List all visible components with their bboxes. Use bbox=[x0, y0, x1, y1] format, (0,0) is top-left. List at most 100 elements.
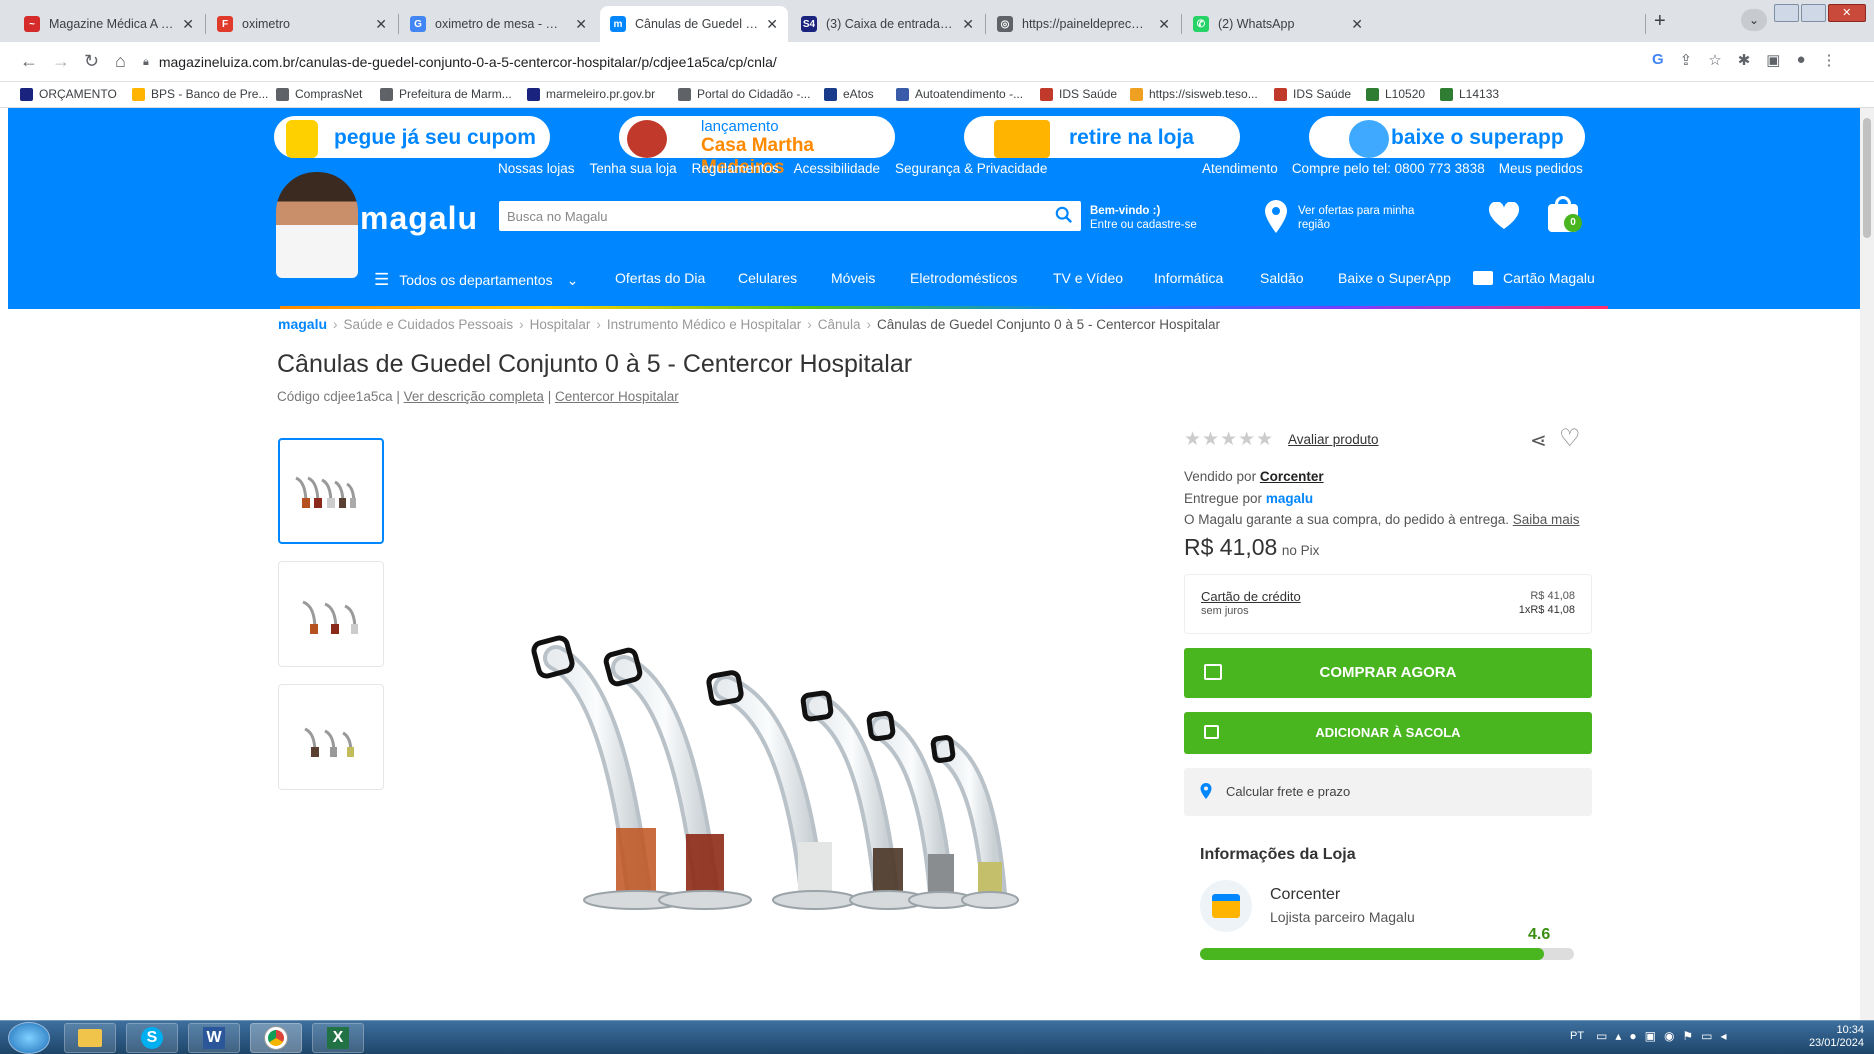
bookmark-item[interactable]: Prefeitura de Marm... bbox=[380, 87, 512, 101]
bookmark-item[interactable]: eAtos bbox=[824, 87, 874, 101]
top-link[interactable]: Segurança & Privacidade bbox=[895, 161, 1047, 176]
nav-item[interactable]: TV e Vídeo bbox=[1053, 270, 1123, 286]
nav-item[interactable]: Ofertas do Dia bbox=[615, 270, 705, 286]
tab-close-icon[interactable]: ✕ bbox=[182, 16, 194, 33]
address-bar[interactable]: 🔒︎ magazineluiza.com.br/canulas-de-guede… bbox=[143, 47, 1643, 77]
thumbnail-3[interactable] bbox=[278, 684, 384, 790]
skype-icon[interactable]: S bbox=[126, 1023, 178, 1053]
promo-coupon-banner[interactable]: pegue já seu cupom bbox=[272, 114, 552, 160]
nav-item[interactable]: Celulares bbox=[738, 270, 797, 286]
offers-region-link[interactable]: Ver ofertas para minha região bbox=[1298, 204, 1428, 232]
share-icon[interactable]: ⇪ bbox=[1680, 51, 1693, 69]
full-description-link[interactable]: Ver descrição completa bbox=[404, 389, 544, 404]
cart-icon[interactable]: 0 bbox=[1546, 196, 1582, 234]
language-indicator[interactable]: PT bbox=[1570, 1030, 1584, 1042]
thumbnail-2[interactable] bbox=[278, 561, 384, 667]
top-link[interactable]: Regulamentos bbox=[692, 161, 779, 176]
breadcrumb-item[interactable]: Hospitalar bbox=[530, 317, 591, 332]
home-icon[interactable]: ⌂ bbox=[115, 51, 126, 72]
nav-item[interactable]: Baixe o SuperApp bbox=[1338, 270, 1451, 286]
bookmark-item[interactable]: L10520 bbox=[1366, 87, 1425, 101]
extensions-icon[interactable]: ✱ bbox=[1738, 51, 1751, 69]
credit-card-option[interactable]: Cartão de crédito sem juros R$ 41,08 1xR… bbox=[1184, 574, 1592, 634]
top-link[interactable]: Meus pedidos bbox=[1499, 161, 1583, 176]
nav-item[interactable]: Saldão bbox=[1260, 270, 1304, 286]
clock[interactable]: 10:34 23/01/2024 bbox=[1809, 1024, 1864, 1050]
thumbnail-1[interactable] bbox=[278, 438, 384, 544]
chrome-icon[interactable] bbox=[250, 1023, 302, 1053]
file-explorer-icon[interactable] bbox=[64, 1023, 116, 1053]
nav-item[interactable]: Informática bbox=[1154, 270, 1223, 286]
nav-item[interactable]: Móveis bbox=[831, 270, 875, 286]
wishlist-heart-icon[interactable]: ♡ bbox=[1559, 424, 1581, 453]
excel-icon[interactable]: X bbox=[312, 1023, 364, 1053]
word-icon[interactable]: W bbox=[188, 1023, 240, 1053]
bookmark-item[interactable]: IDS Saúde bbox=[1274, 87, 1351, 101]
product-main-image[interactable] bbox=[528, 598, 1048, 1020]
menu-icon[interactable]: ⋮ bbox=[1822, 51, 1837, 69]
breadcrumb-logo[interactable]: magalu bbox=[278, 316, 327, 332]
tab-close-icon[interactable]: ✕ bbox=[962, 16, 974, 33]
bookmark-item[interactable]: L14133 bbox=[1440, 87, 1499, 101]
scrollbar-thumb[interactable] bbox=[1863, 118, 1871, 238]
tab-7[interactable]: ✆ (2) WhatsApp ✕ bbox=[1183, 6, 1373, 42]
reload-icon[interactable]: ↻ bbox=[84, 51, 99, 72]
forward-icon[interactable]: → bbox=[52, 51, 70, 72]
add-to-bag-button[interactable]: ADICIONAR À SACOLA bbox=[1184, 712, 1592, 754]
tab-close-icon[interactable]: ✕ bbox=[375, 16, 387, 33]
top-link[interactable]: Tenha sua loja bbox=[590, 161, 677, 176]
promo-app-banner[interactable]: baixe o superapp bbox=[1307, 114, 1587, 160]
nav-item[interactable]: Cartão Magalu bbox=[1473, 270, 1595, 286]
profile-icon[interactable]: ● bbox=[1796, 51, 1805, 69]
maximize-icon[interactable] bbox=[1800, 4, 1826, 22]
bookmark-star-icon[interactable]: ☆ bbox=[1708, 51, 1721, 69]
url-text[interactable]: magazineluiza.com.br/canulas-de-guedel-c… bbox=[159, 54, 777, 70]
tray-icons[interactable]: ▭▴●▣◉⚑▭◂ bbox=[1596, 1029, 1735, 1043]
promo-casa-banner[interactable]: lançamento Casa Martha Medeiros bbox=[617, 114, 897, 178]
close-window-icon[interactable]: ✕ bbox=[1827, 4, 1866, 22]
tab-close-icon[interactable]: ✕ bbox=[1351, 16, 1363, 33]
search-input[interactable]: Busca no Magalu bbox=[499, 201, 1081, 231]
tab-search-icon[interactable]: ⌄ bbox=[1741, 9, 1767, 31]
share-icon[interactable]: ⋖ bbox=[1530, 428, 1547, 453]
start-button[interactable] bbox=[8, 1022, 50, 1054]
search-icon[interactable] bbox=[1055, 206, 1073, 224]
page-scrollbar[interactable] bbox=[1860, 108, 1874, 1020]
tab-close-icon[interactable]: ✕ bbox=[1158, 16, 1170, 33]
tab-6[interactable]: ◎ https://paineldeprecos.planejame ✕ bbox=[987, 6, 1180, 42]
tab-close-icon[interactable]: ✕ bbox=[575, 16, 587, 33]
bookmark-item[interactable]: Portal do Cidadão -... bbox=[678, 87, 810, 101]
google-icon[interactable]: G bbox=[1652, 51, 1664, 69]
side-panel-icon[interactable]: ▣ bbox=[1766, 51, 1780, 69]
top-link[interactable]: Acessibilidade bbox=[794, 161, 880, 176]
top-link[interactable]: Compre pelo tel: 0800 773 3838 bbox=[1292, 161, 1485, 176]
tab-3[interactable]: Goximetro de mesa - Google Shop ✕ bbox=[400, 6, 597, 42]
bookmark-item[interactable]: ComprasNet bbox=[276, 87, 362, 101]
seller-link[interactable]: Corcenter bbox=[1260, 469, 1324, 484]
new-tab-button[interactable]: + bbox=[1654, 10, 1666, 33]
bookmark-item[interactable]: https://sisweb.teso... bbox=[1130, 87, 1258, 101]
bookmark-item[interactable]: Autoatendimento -... bbox=[896, 87, 1023, 101]
heart-wishlist-icon[interactable] bbox=[1488, 202, 1520, 230]
nav-item[interactable]: Eletrodomésticos bbox=[910, 270, 1017, 286]
minimize-icon[interactable] bbox=[1774, 4, 1799, 22]
nav-item[interactable]: ☰ Todos os departamentos ⌄ bbox=[374, 270, 578, 290]
breadcrumb-item[interactable]: Saúde e Cuidados Pessoais bbox=[344, 317, 514, 332]
bookmark-item[interactable]: marmeleiro.pr.gov.br bbox=[527, 87, 655, 101]
location-pin-icon[interactable] bbox=[1264, 200, 1288, 234]
tab-4[interactable]: m Cânulas de Guedel Conjunto 0 à ✕ bbox=[600, 6, 788, 42]
bookmark-item[interactable]: IDS Saúde bbox=[1040, 87, 1117, 101]
buy-now-button[interactable]: COMPRAR AGORA bbox=[1184, 648, 1592, 698]
tab-5[interactable]: S4 (3) Caixa de entrada :: E-mail - m ✕ bbox=[791, 6, 984, 42]
shipping-calculator[interactable]: Calcular frete e prazo bbox=[1184, 768, 1592, 816]
tab-close-icon[interactable]: ✕ bbox=[766, 16, 778, 33]
bookmark-item[interactable]: BPS - Banco de Pre... bbox=[132, 87, 268, 101]
breadcrumb-item[interactable]: Cânula bbox=[818, 317, 861, 332]
promo-pickup-banner[interactable]: retire na loja bbox=[962, 114, 1242, 160]
breadcrumb-item[interactable]: Instrumento Médico e Hospitalar bbox=[607, 317, 801, 332]
store-name[interactable]: Corcenter bbox=[1270, 886, 1340, 904]
learn-more-link[interactable]: Saiba mais bbox=[1513, 512, 1580, 527]
login-link[interactable]: Bem-vindo :) Entre ou cadastre-se bbox=[1090, 204, 1197, 232]
top-link[interactable]: Nossas lojas bbox=[498, 161, 575, 176]
top-link[interactable]: Atendimento bbox=[1202, 161, 1278, 176]
